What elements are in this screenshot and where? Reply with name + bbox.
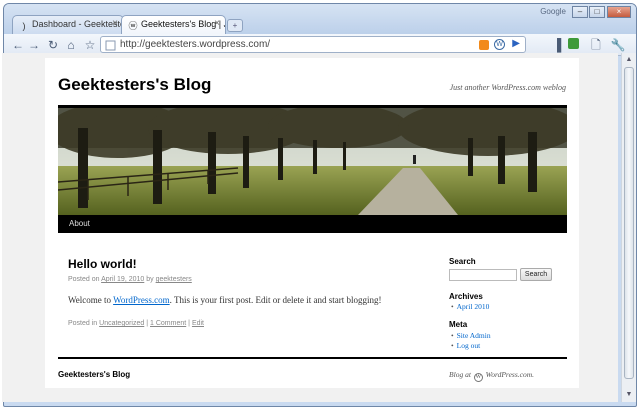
- new-tab-button[interactable]: +: [227, 19, 243, 32]
- bookmark-star-icon[interactable]: ☆: [82, 37, 98, 53]
- wordpress-favicon-icon: ⓦ: [128, 21, 138, 31]
- tab-dashboard-label: Dashboard - Geektesters'...: [32, 19, 123, 29]
- footer-divider: [58, 357, 567, 359]
- scroll-down-icon[interactable]: ▼: [624, 390, 634, 400]
- post-body-suffix: . This is your first post. Edit or delet…: [169, 295, 382, 305]
- play-icon[interactable]: ▶: [512, 38, 520, 49]
- minimize-button[interactable]: –: [572, 6, 588, 18]
- post-meta: Posted on April 19, 2010 by geektesters: [68, 276, 192, 283]
- rss-feed-icon[interactable]: [479, 40, 489, 50]
- close-tab-icon[interactable]: ×: [112, 18, 118, 29]
- scroll-thumb[interactable]: [624, 67, 634, 379]
- footer-credit-suffix: .: [532, 370, 534, 379]
- maximize-button[interactable]: □: [589, 6, 605, 18]
- title-bar: ) Dashboard - Geektesters'... × ⓦGeektest…: [4, 4, 636, 34]
- scroll-up-icon[interactable]: ▲: [624, 55, 634, 65]
- loading-icon: ): [22, 21, 26, 31]
- separator: |: [188, 320, 190, 327]
- post-date-link[interactable]: April 19, 2010: [101, 276, 144, 283]
- forward-arrow-icon[interactable]: →: [26, 37, 42, 53]
- search-button[interactable]: Search: [520, 268, 552, 281]
- vertical-scrollbar[interactable]: ▲ ▼: [621, 53, 636, 402]
- wrench-menu-icon[interactable]: 🔧: [610, 37, 626, 53]
- tab-dashboard[interactable]: ) Dashboard - Geektesters'... ×: [12, 15, 124, 34]
- page-icon: [105, 40, 116, 51]
- edit-link[interactable]: Edit: [192, 320, 204, 327]
- address-text: http://geektesters.wordpress.com/: [120, 39, 271, 50]
- close-window-button[interactable]: ×: [607, 6, 631, 18]
- main-navigation: About: [58, 215, 567, 233]
- log-out-link[interactable]: Log out: [451, 341, 481, 350]
- search-heading: Search: [449, 257, 476, 266]
- page-menu-icon[interactable]: 🗋: [588, 37, 604, 53]
- separator: |: [146, 320, 149, 327]
- site-admin-link[interactable]: Site Admin: [451, 331, 491, 340]
- posted-in-prefix: Posted in: [68, 320, 98, 327]
- footer-credit: Blog at W WordPress.com.: [449, 370, 534, 382]
- footer-site-title[interactable]: Geektesters's Blog: [58, 370, 130, 379]
- site-title[interactable]: Geektesters's Blog: [58, 75, 211, 95]
- wordpress-logo-icon: W: [473, 373, 483, 382]
- comments-link[interactable]: 1 Comment: [150, 320, 186, 327]
- footer-wordpress-link[interactable]: WordPress.com: [486, 370, 532, 379]
- wordpress-link[interactable]: WordPress.com: [113, 295, 170, 305]
- wordpress-extension-icon[interactable]: W: [494, 39, 505, 50]
- reload-icon[interactable]: ↻: [45, 37, 61, 53]
- chart-extension-icon[interactable]: ▐: [549, 37, 565, 53]
- address-bar[interactable]: http://geektesters.wordpress.com/ W ▶: [100, 36, 526, 53]
- header-image: [58, 105, 567, 215]
- post-author-link[interactable]: geektesters: [156, 276, 192, 283]
- close-tab-icon[interactable]: ×: [214, 18, 220, 29]
- archive-link[interactable]: April 2010: [451, 302, 490, 311]
- post-utility: Posted in Uncategorized | 1 Comment | Ed…: [68, 320, 204, 327]
- footer-credit-prefix: Blog at: [449, 370, 471, 379]
- site-description: Just another WordPress.com weblog: [449, 83, 566, 92]
- post-content: Welcome to WordPress.com. This is your f…: [68, 295, 381, 305]
- nav-about-link[interactable]: About: [69, 219, 90, 228]
- tree-lined-path-image: [58, 108, 567, 215]
- post-body-prefix: Welcome to: [68, 295, 112, 305]
- green-extension-icon[interactable]: [565, 37, 581, 53]
- post-meta-prefix: Posted on: [68, 276, 100, 283]
- back-arrow-icon[interactable]: ←: [10, 37, 26, 53]
- meta-heading: Meta: [449, 320, 468, 329]
- tab-blog[interactable]: ⓦGeektesters's Blog | Just a... ×: [121, 15, 226, 34]
- search-input[interactable]: [449, 269, 517, 281]
- archives-heading: Archives: [449, 292, 483, 301]
- post-title[interactable]: Hello world!: [68, 257, 137, 271]
- google-label: Google: [540, 7, 566, 16]
- blog-page: Geektesters's Blog Just another WordPres…: [45, 58, 579, 388]
- post-meta-by: by: [146, 276, 154, 283]
- category-link[interactable]: Uncategorized: [99, 320, 144, 327]
- home-icon[interactable]: ⌂: [63, 37, 79, 53]
